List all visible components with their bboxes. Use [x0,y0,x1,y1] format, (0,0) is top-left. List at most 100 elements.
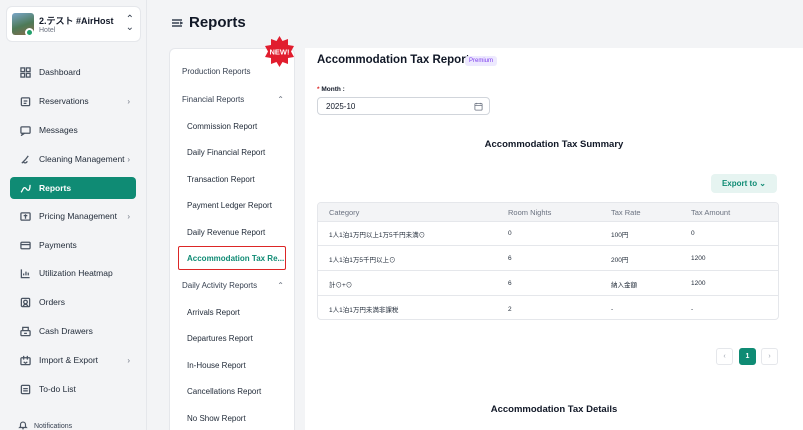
report-link-payment-ledger-report[interactable]: Payment Ledger Report [170,195,294,215]
table-cell: 1人1泊1万5千円以上⊙ [329,256,396,264]
nav-item-import-export[interactable]: Import & Export › [10,349,136,371]
table-cell: 0 [691,230,695,237]
report-link-label: Daily Financial Report [187,147,266,157]
report-link-daily-revenue-report[interactable]: Daily Revenue Report [170,222,294,242]
month-label: * Month : [317,86,345,93]
table-cell: 1人1泊1万円以上1万5千円未満⊙ [329,231,426,239]
price-icon [19,210,31,222]
nav-item-utilization-heatmap[interactable]: Utilization Heatmap [10,262,136,284]
report-link-financial-reports[interactable]: Financial Reports ⌃ [170,89,294,109]
report-link-commission-report[interactable]: Commission Report [170,116,294,136]
column-header: Tax Amount [691,207,731,217]
message-icon [19,124,31,136]
nav-item-messages[interactable]: Messages [10,119,136,141]
order-icon [19,296,31,308]
card-icon [19,239,31,251]
report-link-label: In-House Report [187,360,246,370]
property-type: Hotel [39,27,56,34]
pagination-page[interactable]: 1 [739,348,756,365]
nav-item-orders[interactable]: Orders [10,291,136,313]
notifications-link[interactable]: Notifications [10,420,72,430]
export-button[interactable]: Export to ⌄ [711,174,777,193]
premium-badge: Premium [465,56,498,66]
table-cell: 200円 [611,256,629,264]
report-link-daily-financial-report[interactable]: Daily Financial Report [170,142,294,162]
table-row: 1人1泊1万円以上1万5千円未満⊙ 0 100円 0 [318,222,778,246]
nav-item-cash-drawers[interactable]: Cash Drawers [10,320,136,342]
nav-item-label: Orders [39,297,65,307]
cash-drawer-icon [19,325,31,337]
report-link-no-show-report[interactable]: No Show Report [170,408,294,428]
column-header: Tax Rate [611,207,641,217]
report-content: Accommodation Tax Report Premium * Month… [305,48,803,430]
nav-item-label: Cleaning Management [39,154,125,164]
report-link-accommodation-tax-re[interactable]: Accommodation Tax Re... [178,246,286,270]
broom-icon [19,153,31,165]
new-badge: NEW! [265,36,294,67]
table-cell: 0 [508,230,512,237]
table-cell: 1人1泊1万円未満非課税 [329,307,399,314]
table-cell: - [691,305,694,313]
report-link-label: Cancellations Report [187,386,262,396]
chevron-right-icon: › [127,154,130,164]
nav-item-label: Cash Drawers [39,326,93,336]
bell-icon [10,420,34,430]
month-picker[interactable]: 2025-10 [317,97,490,115]
page-header: Reports [171,14,246,31]
report-link-cancellations-report[interactable]: Cancellations Report [170,381,294,401]
report-link-transaction-report[interactable]: Transaction Report [170,169,294,189]
nav-item-label: Payments [39,240,77,250]
report-link-departures-report[interactable]: Departures Report [170,328,294,348]
report-link-in-house-report[interactable]: In-House Report [170,355,294,375]
report-link-arrivals-report[interactable]: Arrivals Report [170,302,294,322]
nav-item-label: Messages [39,125,78,135]
nav-item-dashboard[interactable]: Dashboard [10,61,136,83]
report-link-label: No Show Report [187,413,246,423]
reports-menu-icon [172,18,183,27]
nav-item-label: Reports [39,183,72,193]
table-cell: 1200 [691,280,706,287]
month-label-text: Month : [321,86,345,93]
report-link-label: Accommodation Tax Re... [187,253,285,263]
table-cell: 計⊙+⊙ [329,281,353,289]
nav-item-payments[interactable]: Payments [10,234,136,256]
nav-item-to-do-list[interactable]: To-do List [10,378,136,400]
chevron-right-icon: › [127,211,130,221]
nav-item-label: Dashboard [39,67,81,77]
nav-item-label: To-do List [39,384,76,394]
calendar-icon [19,95,31,107]
new-badge-text: NEW! [270,48,290,57]
sidebar: 2.テスト #AirHost Hotel ⌃ ⌄ Dashboard Reserva… [0,0,147,430]
nav-item-cleaning-management[interactable]: Cleaning Management › [10,148,136,170]
report-title: Accommodation Tax Report [317,54,470,66]
chevron-right-icon: › [127,96,130,106]
notifications-label: Notifications [34,422,73,430]
summary-table: Category Room Nights Tax Rate Tax Amount 1人1… [317,202,779,320]
calendar-icon [474,102,483,111]
property-name: 2.テスト #AirHost [39,16,114,26]
column-header: Room Nights [508,207,552,217]
todo-icon [19,383,31,395]
table-cell: 100円 [611,231,629,239]
nav-item-reservations[interactable]: Reservations › [10,90,136,112]
report-list: Production Reports Financial Reports ⌃ Comm… [169,48,295,430]
nav-item-label: Utilization Heatmap [39,268,113,278]
dashboard-icon [19,66,31,78]
summary-title: Accommodation Tax Summary [484,139,624,150]
chevron-right-icon: › [127,355,130,365]
nav-item-label: Import & Export [39,355,99,365]
table-cell: - [611,305,614,313]
pagination-prev[interactable]: ‹ [716,348,733,365]
nav-item-reports[interactable]: Reports [10,177,136,199]
report-link-daily-activity-reports[interactable]: Daily Activity Reports ⌃ [170,275,294,295]
chevron-up-down-icon: ⌃ ⌄ [125,14,134,33]
chevron-up-icon: ⌃ [277,280,284,290]
pagination-next[interactable]: › [761,348,778,365]
report-link-label: Payment Ledger Report [187,200,272,210]
property-switcher[interactable]: 2.テスト #AirHost Hotel ⌃ ⌄ [6,6,141,42]
table-cell: 6 [508,255,512,262]
report-link-label: Departures Report [187,333,253,343]
nav-item-pricing-management[interactable]: Pricing Management › [10,205,136,227]
chevron-up-icon: ⌃ [277,94,284,104]
month-value: 2025-10 [326,101,356,111]
